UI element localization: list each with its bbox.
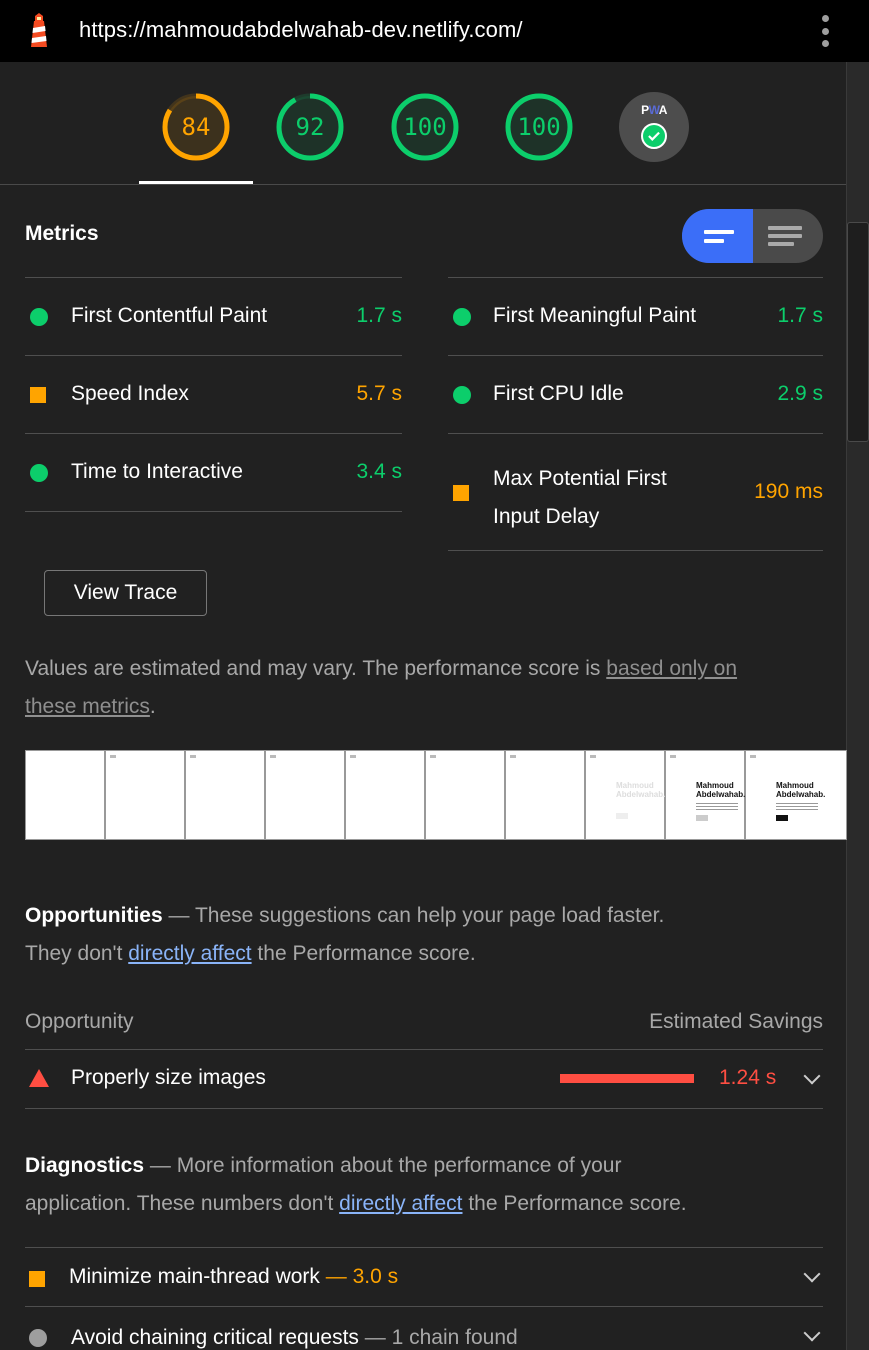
filmstrip-frame [25, 750, 105, 840]
metric-value: 2.9 s [777, 382, 823, 405]
gauge-seo[interactable]: 100 [504, 92, 574, 162]
view-trace-button[interactable]: View Trace [44, 570, 207, 616]
filmstrip-frame [345, 750, 425, 840]
gauge-score: 92 [295, 113, 325, 141]
filmstrip-frame: Mahmoud Abdelwahab. [665, 750, 745, 840]
metrics-calc-link[interactable]: based only on [606, 657, 737, 680]
metric-value: 3.4 s [356, 460, 402, 483]
diagnostic-name: Avoid chaining critical requests — 1 cha… [71, 1326, 518, 1349]
metric-name: Max Potential First Input Delay [493, 467, 667, 528]
opportunities-header: Opportunities — These suggestions can he… [25, 904, 665, 965]
kebab-menu-icon[interactable] [815, 13, 835, 49]
column-estimated-savings: Estimated Savings [649, 1010, 823, 1033]
metric-max-potential-fid: Max Potential First Input Delay 190 ms [448, 433, 823, 550]
filmstrip-frame [265, 750, 345, 840]
metric-time-to-interactive: Time to Interactive 3.4 s [25, 433, 402, 511]
metric-value: 1.7 s [777, 304, 823, 327]
filmstrip-frame [505, 750, 585, 840]
scrollbar-thumb[interactable] [847, 222, 869, 442]
average-indicator [29, 1271, 45, 1287]
metrics-calc-link-cont[interactable]: these metrics [25, 695, 150, 718]
diagnostics-title: Diagnostics [25, 1154, 145, 1177]
checkmark-icon [641, 123, 667, 149]
metric-first-cpu-idle: First CPU Idle 2.9 s [448, 355, 823, 433]
metric-value: 190 ms [754, 480, 823, 503]
diagnostic-critical-request-chains[interactable]: Avoid chaining critical requests — 1 cha… [25, 1306, 823, 1350]
metric-name: First Contentful Paint [71, 304, 268, 327]
divider [448, 550, 823, 551]
average-indicator [30, 387, 46, 403]
metrics-view-toggle[interactable] [682, 209, 823, 263]
opportunities-table-header: Opportunity Estimated Savings [25, 1010, 823, 1050]
metrics-title: Metrics [25, 222, 99, 245]
chevron-down-icon[interactable] [803, 1067, 821, 1085]
divider [25, 511, 402, 512]
directly-affect-link[interactable]: directly affect [128, 942, 251, 965]
gauge-score: 100 [403, 113, 447, 141]
pwa-label: PWA [641, 103, 667, 117]
metric-value: 5.7 s [356, 382, 402, 405]
pass-indicator [30, 464, 48, 482]
url-bar[interactable]: https://mahmoudabdelwahab-dev.netlify.co… [79, 17, 523, 43]
metric-speed-index: Speed Index 5.7 s [25, 355, 402, 433]
directly-affect-link[interactable]: directly affect [339, 1192, 462, 1215]
metric-first-meaningful-paint: First Meaningful Paint 1.7 s [448, 277, 823, 355]
metric-first-contentful-paint: First Contentful Paint 1.7 s [25, 277, 402, 355]
metric-name: First Meaningful Paint [493, 304, 697, 327]
informative-indicator [29, 1329, 47, 1347]
gauge-performance[interactable]: 84 [161, 92, 231, 162]
gauge-best-practices[interactable]: 100 [390, 92, 460, 162]
pass-indicator [453, 308, 471, 326]
gauge-score: 84 [181, 113, 211, 141]
pass-indicator [453, 386, 471, 404]
filmstrip-frame: Mahmoud Abdelwahab. [585, 750, 665, 840]
active-tab-indicator [139, 181, 253, 184]
opportunity-name: Properly size images [71, 1066, 266, 1089]
metric-name: First CPU Idle [493, 382, 624, 405]
lighthouse-icon [31, 13, 47, 47]
column-opportunity: Opportunity [25, 1010, 134, 1033]
diagnostic-main-thread-work[interactable]: Minimize main-thread work — 3.0 s [25, 1247, 823, 1306]
filmstrip: Mahmoud Abdelwahab. Mahmoud Abdelwahab. Ma… [25, 750, 847, 840]
chevron-down-icon[interactable] [803, 1324, 821, 1342]
diagnostics-header: Diagnostics — More information about the… [25, 1154, 687, 1215]
gauge-score: 100 [517, 113, 561, 141]
filmstrip-frame [105, 750, 185, 840]
savings-value: 1.24 s [719, 1066, 777, 1089]
fail-triangle-icon [29, 1069, 49, 1087]
metric-name: Time to Interactive [71, 460, 243, 483]
gauge-accessibility[interactable]: 92 [275, 92, 345, 162]
filmstrip-frame [185, 750, 265, 840]
diagnostic-name: Minimize main-thread work — 3.0 s [69, 1265, 399, 1288]
pass-indicator [30, 308, 48, 326]
compact-view-button[interactable] [682, 209, 753, 263]
average-indicator [453, 485, 469, 501]
browser-toolbar: https://mahmoudabdelwahab-dev.netlify.co… [0, 0, 869, 62]
category-gauges: 84 92 100 100 PWA [0, 62, 846, 185]
filmstrip-frame: Mahmoud Abdelwahab. [745, 750, 847, 840]
filmstrip-frame [425, 750, 505, 840]
pwa-badge[interactable]: PWA [619, 92, 689, 162]
chevron-down-icon[interactable] [803, 1265, 821, 1283]
metrics-note: Values are estimated and may vary. The p… [25, 657, 738, 718]
savings-bar [560, 1074, 694, 1083]
metric-name: Speed Index [71, 382, 189, 405]
opportunity-properly-size-images[interactable]: Properly size images 1.24 s [25, 1050, 823, 1109]
opportunities-title: Opportunities [25, 904, 163, 927]
metric-value: 1.7 s [356, 304, 402, 327]
